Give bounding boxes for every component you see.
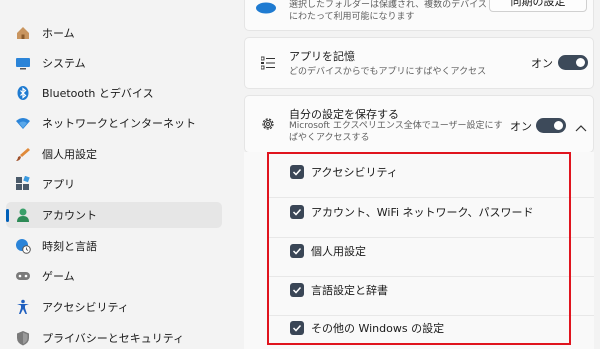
gear-icon xyxy=(260,116,276,136)
shield-icon xyxy=(15,330,31,346)
bluetooth-icon xyxy=(15,85,31,101)
chevron-up-icon[interactable] xyxy=(575,119,587,138)
sidebar-item-privacy[interactable]: プライバシーとセキュリティ xyxy=(6,325,222,349)
remember-apps-toggle[interactable] xyxy=(558,55,588,70)
sidebar-item-label: ネットワークとインターネット xyxy=(42,117,196,130)
remember-apps-card: アプリを記憶 どのデバイスからでもアプリにすばやくアクセス オン xyxy=(244,37,594,89)
selection-indicator xyxy=(6,209,9,222)
sidebar-item-bluetooth[interactable]: Bluetooth とデバイス xyxy=(6,80,222,106)
save-preferences-card[interactable]: 自分の設定を保存する Microsoft エクスペリエンス全体でユーザー設定にす… xyxy=(244,95,594,153)
save-preferences-description: Microsoft エクスペリエンス全体でユーザー設定にすばやくアクセスする xyxy=(289,121,503,143)
save-preferences-toggle[interactable] xyxy=(536,118,566,133)
sidebar-item-label: Bluetooth とデバイス xyxy=(42,87,154,100)
sidebar: ホーム システム Bluetooth とデバイス ネットワークとインターネット … xyxy=(0,0,232,349)
highlight-annotation-box xyxy=(267,152,571,345)
cloud-icon xyxy=(255,0,277,18)
accessibility-icon xyxy=(15,299,31,315)
wifi-icon xyxy=(15,115,31,131)
sync-settings-button[interactable]: 同期の設定 xyxy=(489,0,587,12)
sidebar-item-label: プライバシーとセキュリティ xyxy=(42,332,185,345)
brush-icon xyxy=(15,146,31,162)
sidebar-item-accessibility[interactable]: アクセシビリティ xyxy=(6,294,222,320)
monitor-icon xyxy=(15,55,31,71)
sidebar-item-apps[interactable]: アプリ xyxy=(6,171,222,197)
sidebar-item-personalization[interactable]: 個人用設定 xyxy=(6,141,222,167)
globe-clock-icon xyxy=(15,238,31,254)
account-icon xyxy=(15,207,31,223)
sidebar-item-network[interactable]: ネットワークとインターネット xyxy=(6,110,222,136)
gamepad-icon xyxy=(15,268,31,284)
list-icon xyxy=(260,55,275,74)
sidebar-item-system[interactable]: システム xyxy=(6,50,222,76)
sidebar-item-label: アクセシビリティ xyxy=(42,301,129,314)
apps-icon xyxy=(15,176,31,192)
remember-apps-title: アプリを記憶 xyxy=(289,50,355,63)
home-icon xyxy=(15,25,31,41)
sidebar-item-label: アプリ xyxy=(42,178,75,191)
sidebar-item-label: アカウント xyxy=(42,209,97,222)
sidebar-item-time-language[interactable]: 時刻と言語 xyxy=(6,233,222,259)
sidebar-item-label: 時刻と言語 xyxy=(42,240,97,253)
sidebar-item-label: ホーム xyxy=(42,27,75,40)
save-preferences-toggle-label: オン xyxy=(510,120,532,133)
sidebar-item-home[interactable]: ホーム xyxy=(6,20,222,46)
sidebar-item-label: ゲーム xyxy=(42,270,75,283)
remember-apps-toggle-label: オン xyxy=(531,57,553,70)
sidebar-item-accounts[interactable]: アカウント xyxy=(6,202,222,228)
sidebar-item-label: 個人用設定 xyxy=(42,148,97,161)
remember-apps-description: どのデバイスからでもアプリにすばやくアクセス xyxy=(289,67,487,77)
sidebar-item-gaming[interactable]: ゲーム xyxy=(6,263,222,289)
sidebar-item-label: システム xyxy=(42,57,86,70)
folder-sync-description: 選択したフォルダーは保護され、複数のデバイスにわたって利用可能になります xyxy=(289,0,487,22)
